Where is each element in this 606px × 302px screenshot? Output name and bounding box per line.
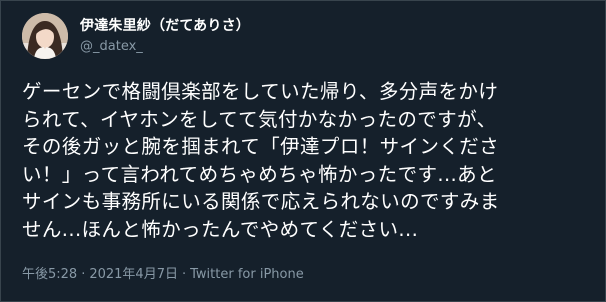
avatar[interactable] bbox=[22, 13, 68, 59]
tweet-text-line: サインも事務所にいる関係で応えられないのですみま bbox=[22, 190, 500, 213]
tweet-text-line: その後ガッと腕を掴まれて「伊達プロ！サインくださ bbox=[22, 135, 500, 158]
tweet-date[interactable]: 2021年4月7日 bbox=[89, 267, 178, 282]
tweet-meta: 午後5:28 · 2021年4月7日 · Twitter for iPhone bbox=[22, 266, 304, 284]
tweet-card: 伊達朱里紗（だてありさ） @_datex_ ゲーセンで格闘倶楽部をしていた帰り、… bbox=[0, 0, 606, 302]
display-name[interactable]: 伊達朱里紗（だてありさ） bbox=[80, 17, 250, 35]
tweet-header: 伊達朱里紗（だてありさ） @_datex_ bbox=[22, 13, 250, 59]
tweet-text-line: ゲーセンで格闘倶楽部をしていた帰り、多分声をかけ bbox=[22, 80, 499, 103]
user-names: 伊達朱里紗（だてありさ） @_datex_ bbox=[80, 17, 250, 55]
user-handle[interactable]: @_datex_ bbox=[80, 38, 250, 55]
tweet-time[interactable]: 午後5:28 bbox=[22, 267, 77, 282]
profile-photo-icon bbox=[22, 13, 68, 59]
meta-separator: · bbox=[81, 267, 86, 282]
tweet-text: ゲーセンで格闘倶楽部をしていた帰り、多分声をかけ られて、イヤホンをしてて気付かな… bbox=[22, 78, 592, 243]
tweet-text-line: せん...ほんと怖かったんでやめてください... bbox=[22, 217, 419, 241]
tweet-source-link[interactable]: Twitter for iPhone bbox=[190, 267, 304, 282]
meta-separator: · bbox=[181, 267, 187, 282]
tweet-text-line: られて、イヤホンをしてて気付かなかったのですが、 bbox=[22, 107, 497, 131]
tweet-text-line: い！」って言われてめちゃめちゃ怖かったです...あと bbox=[22, 162, 497, 186]
